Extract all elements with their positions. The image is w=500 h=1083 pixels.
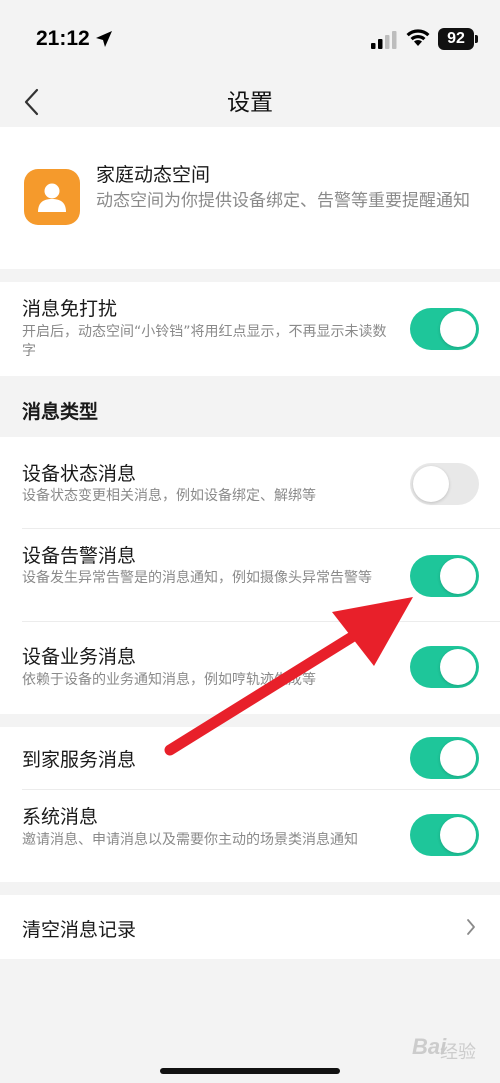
toggle-knob	[440, 558, 476, 594]
device-status-title: 设备状态消息	[22, 463, 137, 485]
setting-row-device-business: 设备业务消息 依赖于设备的业务通知消息，例如哼轨迹生成等	[0, 622, 500, 714]
other-messages-card: 到家服务消息 系统消息 邀请消息、申请消息以及需要你主动的场景类消息通知	[0, 727, 500, 882]
app-name: 家庭动态空间	[96, 164, 211, 186]
app-info-card: 家庭动态空间 动态空间为你提供设备绑定、告警等重要提醒通知	[0, 127, 500, 269]
setting-row-home-service: 到家服务消息	[0, 727, 500, 789]
device-business-description: 依赖于设备的业务通知消息，例如哼轨迹生成等	[22, 672, 316, 688]
setting-row-device-status: 设备状态消息 设备状态变更相关消息，例如设备绑定、解绑等	[0, 437, 500, 528]
device-status-toggle[interactable]	[410, 463, 479, 505]
page-title: 设置	[227, 90, 273, 116]
wifi-icon	[406, 29, 430, 46]
home-service-title: 到家服务消息	[22, 749, 137, 771]
toggle-knob	[440, 649, 476, 685]
user-icon	[38, 183, 66, 212]
setting-row-system: 系统消息 邀请消息、申请消息以及需要你主动的场景类消息通知	[0, 790, 500, 882]
chevron-right-icon	[467, 919, 475, 935]
device-alarm-toggle[interactable]	[410, 555, 479, 597]
system-message-title: 系统消息	[22, 806, 99, 828]
dnd-toggle[interactable]	[410, 308, 479, 350]
toggle-knob	[440, 311, 476, 347]
section-header-message-types: 消息类型	[22, 401, 99, 423]
device-business-toggle[interactable]	[410, 646, 479, 688]
system-message-toggle[interactable]	[410, 814, 479, 856]
message-types-card: 设备状态消息 设备状态变更相关消息，例如设备绑定、解绑等 设备告警消息 设备发生…	[0, 437, 500, 714]
baidu-watermark: Bai 经验	[392, 1026, 500, 1083]
battery-icon	[475, 35, 478, 43]
app-description: 动态空间为你提供设备绑定、告警等重要提醒通知	[96, 191, 470, 211]
device-alarm-description: 设备发生异常告警是的消息通知，例如摄像头异常告警等	[22, 570, 372, 586]
toggle-knob	[413, 466, 449, 502]
dnd-title: 消息免打扰	[22, 298, 118, 320]
nav-bar: 设置	[0, 78, 500, 126]
system-message-description: 邀请消息、申请消息以及需要你主动的场景类消息通知	[22, 832, 358, 848]
toggle-knob	[440, 740, 476, 776]
home-service-toggle[interactable]	[410, 737, 479, 779]
device-business-title: 设备业务消息	[22, 646, 137, 668]
setting-row-device-alarm: 设备告警消息 设备发生异常告警是的消息通知，例如摄像头异常告警等	[0, 529, 500, 621]
status-time: 21:12	[36, 27, 90, 50]
clear-record-label: 清空消息记录	[22, 919, 137, 941]
device-status-description: 设备状态变更相关消息，例如设备绑定、解绑等	[22, 488, 316, 504]
device-alarm-title: 设备告警消息	[22, 545, 137, 567]
dnd-description: 开启后，动态空间“小铃铛”将用红点显示，不再显示未读数字	[22, 324, 387, 359]
app-icon	[24, 169, 80, 225]
cellular-signal-icon	[371, 31, 397, 49]
watermark-sub: 经验	[440, 1042, 476, 1063]
toggle-knob	[440, 817, 476, 853]
dnd-card: 消息免打扰 开启后，动态空间“小铃铛”将用红点显示，不再显示未读数字	[0, 282, 500, 376]
location-arrow-icon	[96, 31, 112, 47]
clear-record-row[interactable]: 清空消息记录	[0, 895, 500, 959]
battery-level: 92	[438, 28, 474, 50]
home-indicator	[160, 1068, 340, 1074]
status-bar: 21:12 92	[0, 0, 500, 78]
